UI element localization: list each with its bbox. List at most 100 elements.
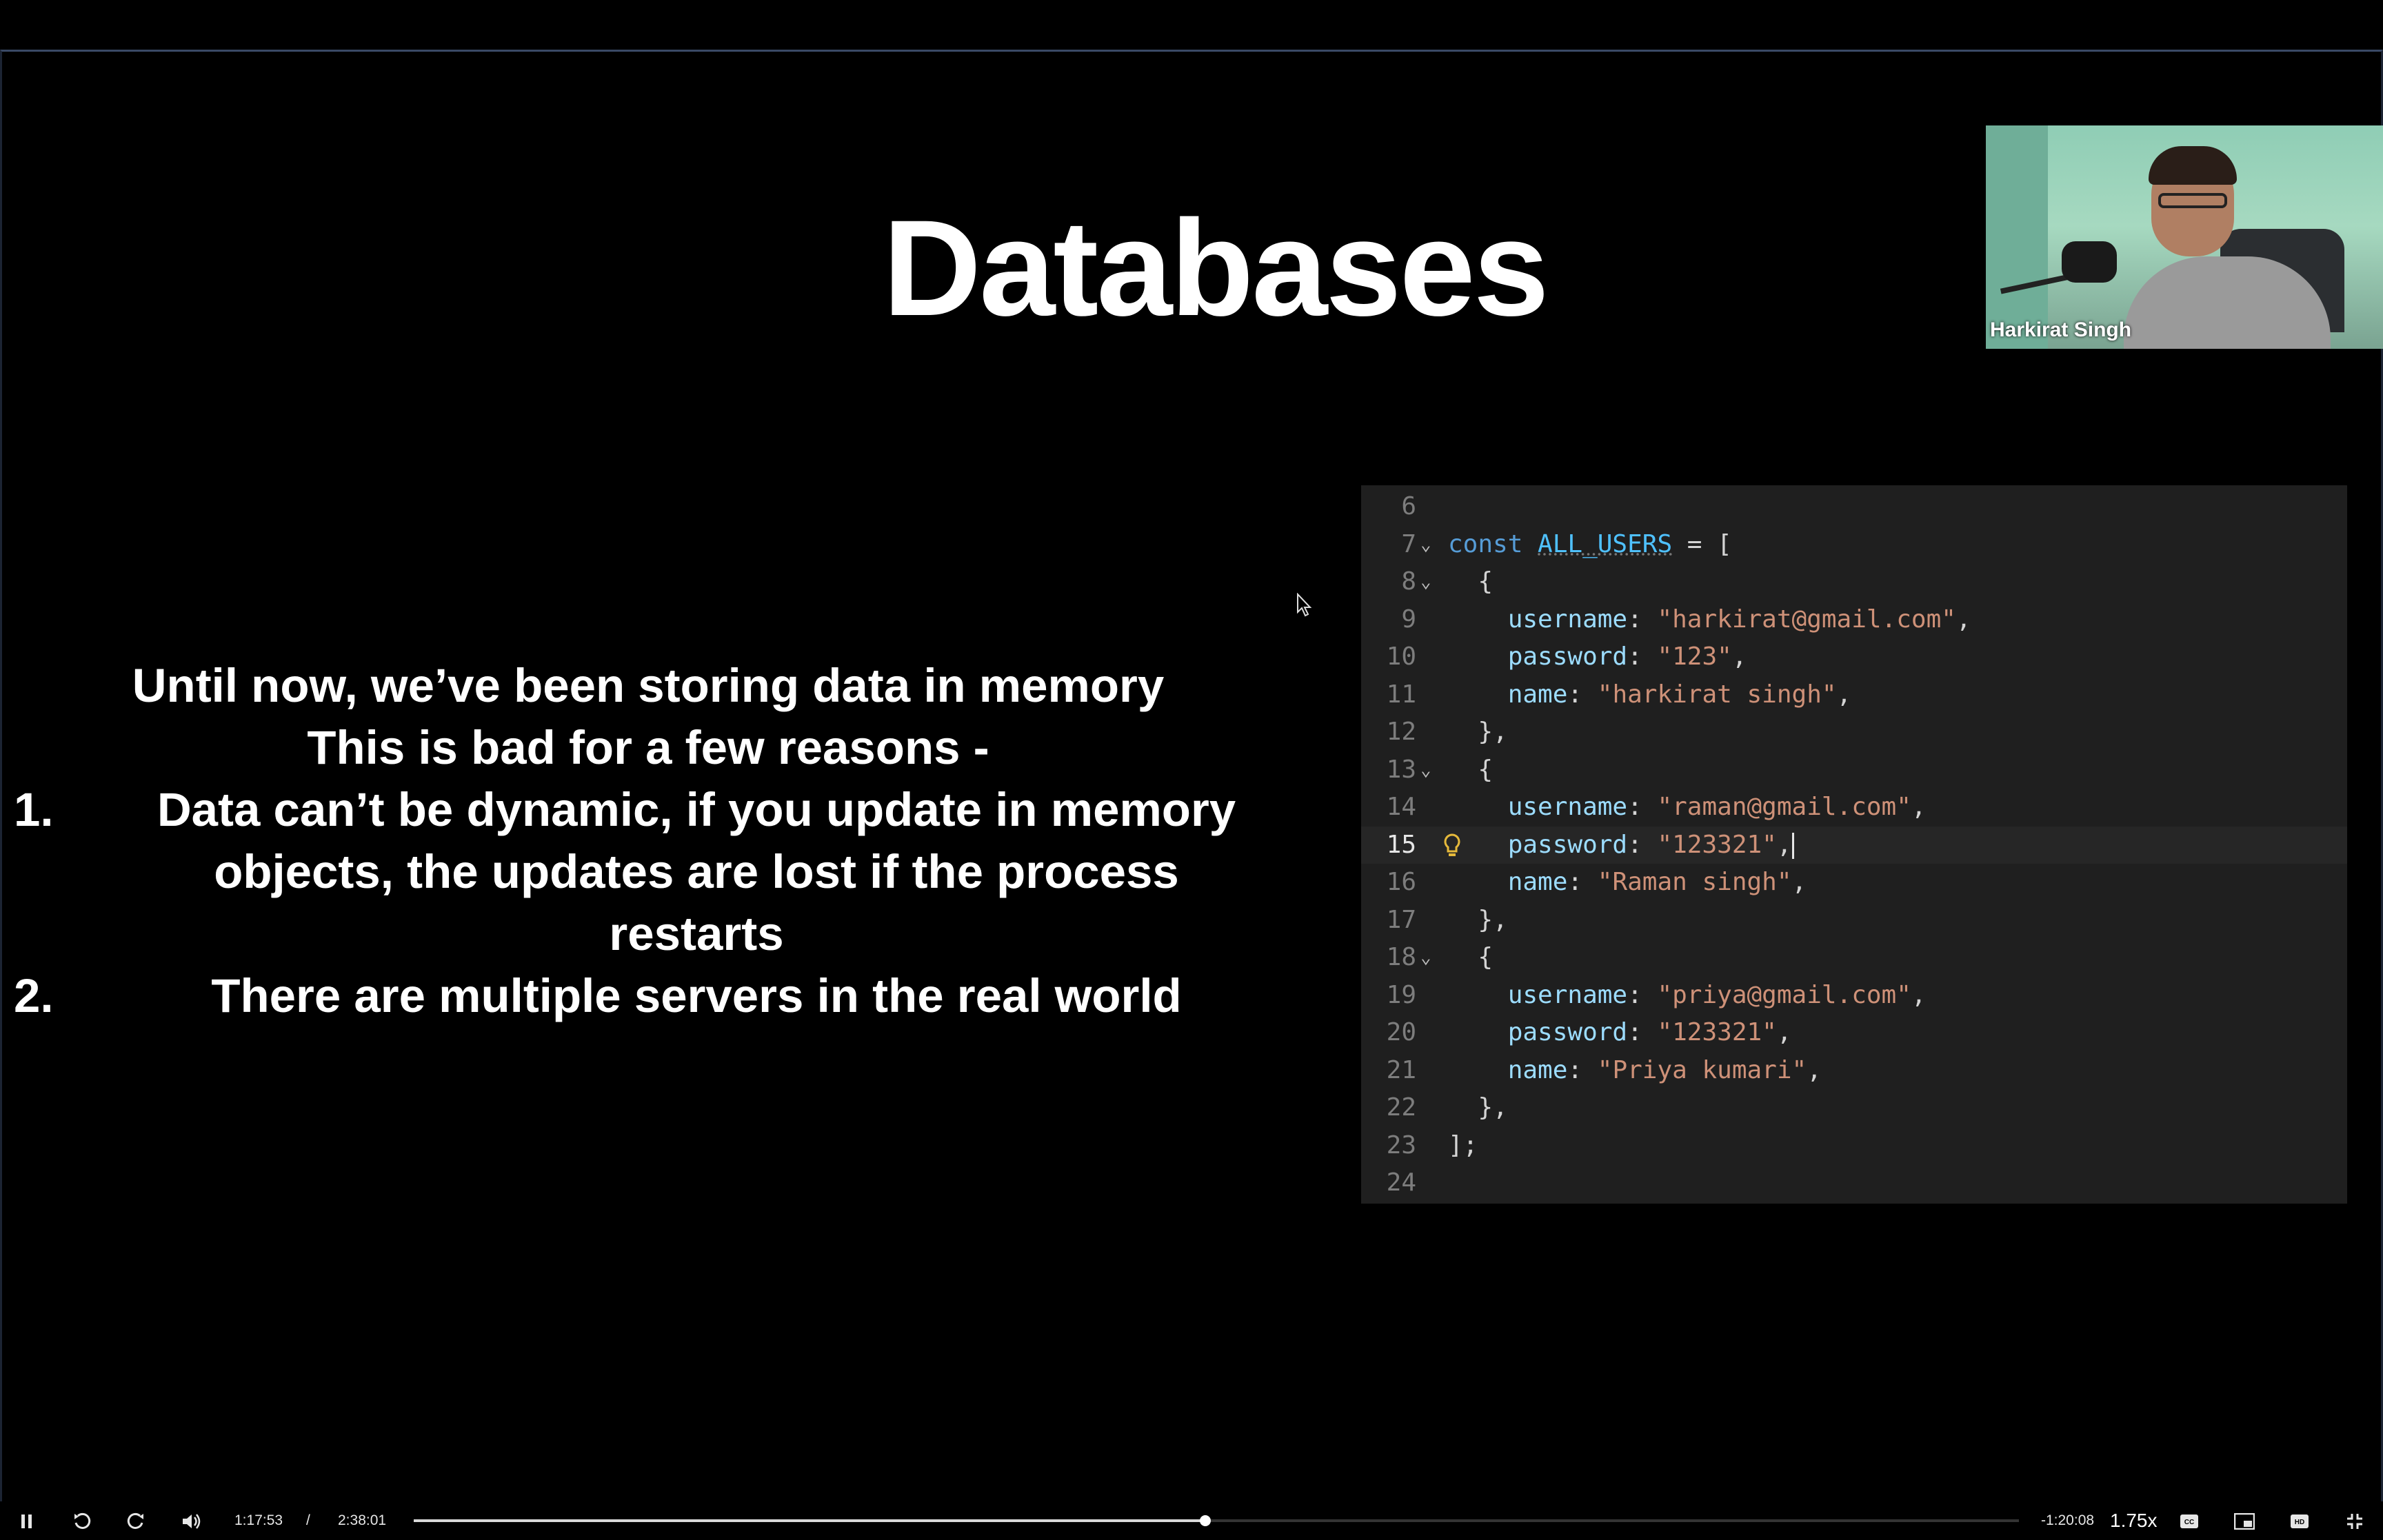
code-line: 7 ⌄ const ALL_USERS = [ bbox=[1361, 526, 2347, 564]
code-text: username: "priya@gmail.com", bbox=[1448, 977, 1927, 1015]
exit-fullscreen-icon[interactable] bbox=[2344, 1511, 2365, 1532]
pause-icon[interactable] bbox=[17, 1511, 37, 1532]
line-number: 23 bbox=[1386, 1131, 1416, 1159]
line-number: 14 bbox=[1386, 793, 1416, 821]
mouse-cursor-icon bbox=[1297, 593, 1312, 617]
fold-chevron-icon[interactable]: ⌄ bbox=[1420, 563, 1441, 601]
code-token: , bbox=[1911, 793, 1927, 821]
playback-speed-button[interactable]: 1.75x bbox=[2110, 1510, 2158, 1532]
fold-chevron-icon[interactable]: ⌄ bbox=[1420, 939, 1441, 977]
code-line: 13 ⌄ { bbox=[1361, 751, 2347, 789]
code-token: name bbox=[1507, 1055, 1568, 1084]
code-text: username: "raman@gmail.com", bbox=[1448, 789, 1927, 827]
code-line: 8 ⌄ { bbox=[1361, 563, 2347, 601]
code-token: : bbox=[1567, 868, 1598, 896]
code-token: "123321" bbox=[1657, 1018, 1777, 1046]
slide-title: Databases bbox=[883, 192, 1549, 344]
code-token: : bbox=[1627, 793, 1658, 821]
code-token: , bbox=[1731, 642, 1747, 671]
code-text: ]; bbox=[1448, 1127, 1478, 1165]
code-token: "harkirat@gmail.com" bbox=[1657, 605, 1956, 634]
code-text: { bbox=[1448, 939, 1493, 977]
line-number: 9 bbox=[1401, 605, 1416, 634]
code-token: , bbox=[1791, 868, 1807, 896]
line-number: 11 bbox=[1386, 680, 1416, 709]
code-line: 9 username: "harkirat@gmail.com", bbox=[1361, 601, 2347, 639]
text-caret bbox=[1791, 832, 1794, 859]
code-line: 18 ⌄ { bbox=[1361, 939, 2347, 977]
code-text: const ALL_USERS = [ bbox=[1448, 526, 1732, 564]
code-token: "Raman singh" bbox=[1597, 868, 1792, 896]
code-line: 14 username: "raman@gmail.com", bbox=[1361, 789, 2347, 827]
code-token: username bbox=[1507, 605, 1628, 634]
hd-icon[interactable]: HD bbox=[2289, 1511, 2310, 1532]
point-text: There are multiple servers in the real w… bbox=[110, 965, 1283, 1027]
code-text: name: "Raman singh", bbox=[1448, 864, 1807, 902]
point-line: objects, the updates are lost if the pro… bbox=[214, 845, 1179, 898]
code-text: { bbox=[1448, 563, 1493, 601]
point-line: Data can’t be dynamic, if you update in … bbox=[157, 783, 1236, 836]
svg-text:CC: CC bbox=[2184, 1519, 2194, 1526]
fold-chevron-icon[interactable]: ⌄ bbox=[1420, 751, 1441, 789]
code-token: "priya@gmail.com" bbox=[1657, 980, 1911, 1009]
code-token: : bbox=[1627, 605, 1658, 634]
code-token: : bbox=[1567, 680, 1598, 709]
code-line: 22 }, bbox=[1361, 1089, 2347, 1127]
line-number: 13 bbox=[1386, 755, 1416, 784]
rewind-icon[interactable] bbox=[72, 1511, 92, 1532]
code-line: 11 name: "harkirat singh", bbox=[1361, 676, 2347, 714]
point-line: restarts bbox=[609, 907, 784, 960]
intro-line: Until now, we’ve been storing data in me… bbox=[132, 659, 1165, 712]
code-token: }, bbox=[1448, 1093, 1508, 1122]
code-line: 12 }, bbox=[1361, 713, 2347, 751]
code-token: : bbox=[1627, 980, 1658, 1009]
point-text: Data can’t be dynamic, if you update in … bbox=[110, 779, 1283, 965]
current-time: 1:17:53 bbox=[234, 1512, 283, 1528]
forward-icon[interactable] bbox=[125, 1511, 146, 1532]
code-text: password: "123321", bbox=[1448, 1014, 1792, 1052]
line-number: 12 bbox=[1386, 718, 1416, 746]
code-token: "123" bbox=[1657, 642, 1732, 671]
intro-line: This is bad for a few reasons - bbox=[307, 721, 989, 774]
code-editor: 6 7 ⌄ const ALL_USERS = [8 ⌄ {9 username: "h… bbox=[1361, 485, 2347, 1204]
code-token: { bbox=[1448, 943, 1494, 971]
duration: 2:38:01 bbox=[338, 1512, 387, 1528]
line-number: 8 bbox=[1401, 567, 1416, 596]
code-token: , bbox=[1836, 680, 1852, 709]
point-2: 2. There are multiple servers in the rea… bbox=[14, 965, 1283, 1027]
point-number: 1. bbox=[14, 783, 54, 836]
code-token: }, bbox=[1448, 905, 1508, 934]
captions-icon[interactable]: CC bbox=[2179, 1511, 2200, 1532]
line-number: 21 bbox=[1386, 1055, 1416, 1084]
code-token: }, bbox=[1448, 718, 1508, 746]
code-token: : bbox=[1627, 642, 1658, 671]
code-text: }, bbox=[1448, 902, 1508, 940]
code-token: const bbox=[1448, 529, 1538, 558]
code-token: { bbox=[1448, 567, 1494, 596]
code-token: ]; bbox=[1448, 1131, 1478, 1159]
code-token: password bbox=[1507, 1018, 1628, 1046]
code-token: "Priya kumari" bbox=[1597, 1055, 1807, 1084]
code-line: 24 bbox=[1361, 1164, 2347, 1202]
fold-chevron-icon[interactable]: ⌄ bbox=[1420, 526, 1441, 564]
volume-icon[interactable] bbox=[181, 1511, 201, 1532]
code-line: 23]; bbox=[1361, 1127, 2347, 1165]
code-line: 19 username: "priya@gmail.com", bbox=[1361, 977, 2347, 1015]
code-token: , bbox=[1776, 830, 1792, 859]
code-token: name bbox=[1507, 868, 1568, 896]
remaining-time: -1:20:08 bbox=[2041, 1512, 2095, 1528]
code-token: , bbox=[1807, 1055, 1822, 1084]
progress-handle[interactable] bbox=[1199, 1515, 1211, 1526]
code-token: username bbox=[1507, 980, 1628, 1009]
code-token: name bbox=[1507, 680, 1568, 709]
line-number: 19 bbox=[1386, 980, 1416, 1009]
player-controls: 1:17:53 / 2:38:01 -1:20:08 1.75x CC HD bbox=[0, 1501, 2383, 1540]
picture-in-picture-icon[interactable] bbox=[2234, 1511, 2255, 1532]
progress-bar[interactable] bbox=[414, 1515, 2019, 1526]
